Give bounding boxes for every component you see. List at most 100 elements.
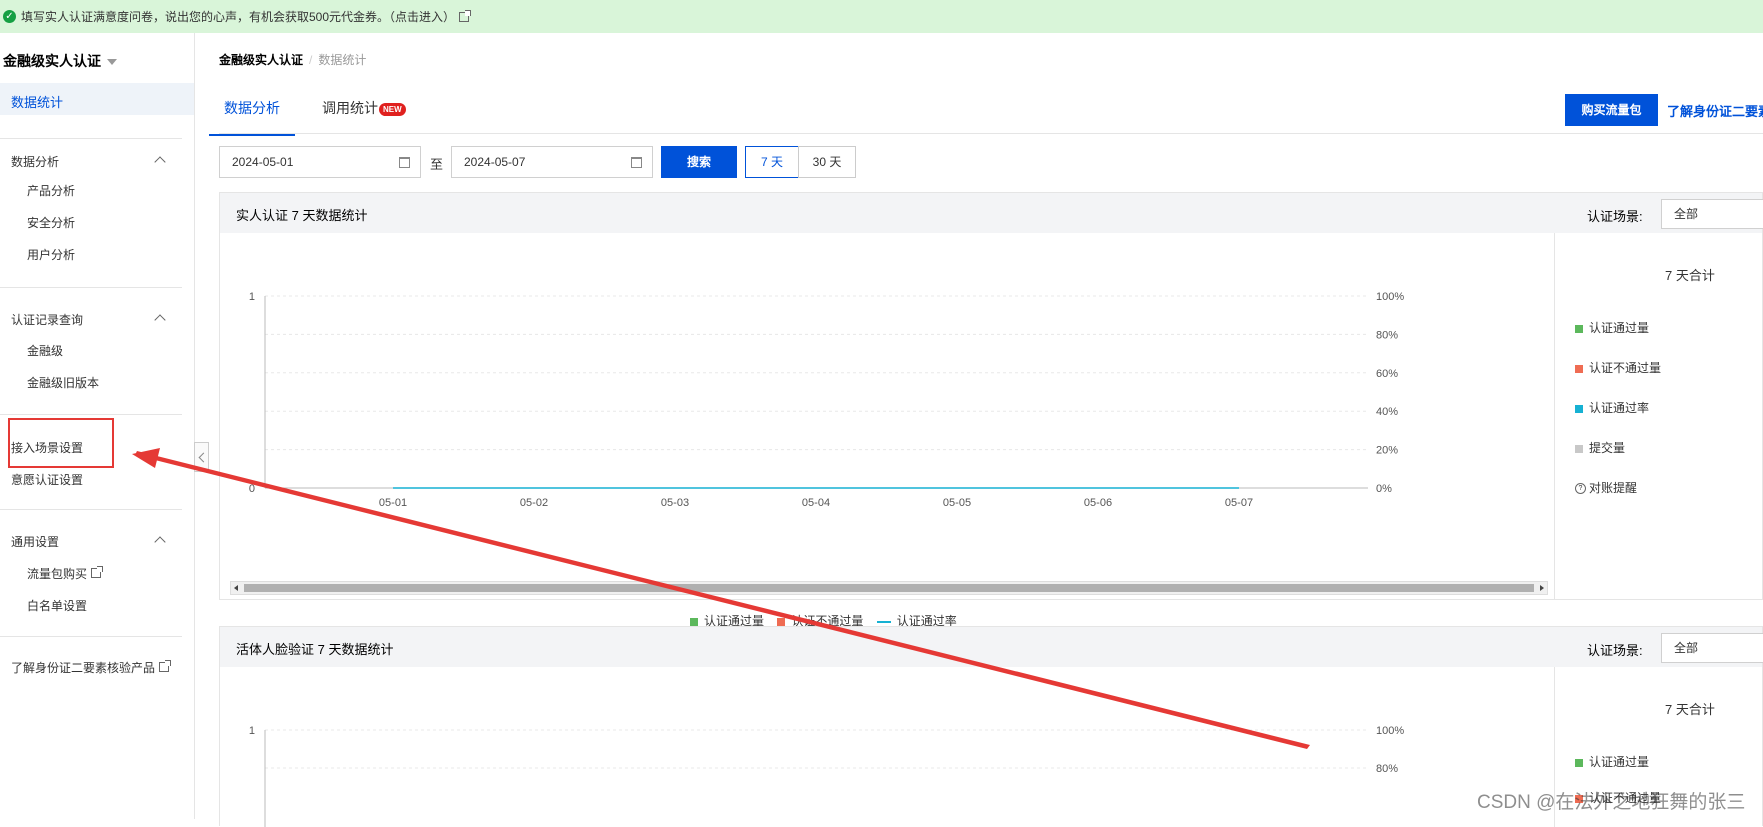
- scroll-left-icon[interactable]: [234, 585, 238, 591]
- stats-summary: 7 天合计 认证通过量 认证不通过量 认证通过率 提交量 ? 对账提醒: [1554, 233, 1763, 599]
- end-date-value: 2024-05-07: [464, 155, 526, 169]
- legend-swatch: [777, 617, 786, 626]
- watermark: CSDN @在法外之地狂舞的张三: [1477, 792, 1746, 813]
- search-button[interactable]: 搜索: [661, 146, 737, 178]
- breadcrumb: 金融级实人认证 / 数据统计: [219, 51, 366, 68]
- panel-realperson-stats: 实人认证 7 天数据统计 认证场景: 全部 0% 20% 40% 60% 80% 100%…: [219, 192, 1763, 628]
- y-left-tick-label: 0: [249, 483, 255, 495]
- new-badge: NEW: [379, 102, 406, 116]
- scene-label: 认证场景:: [1587, 643, 1643, 658]
- y-right-tick-label: 0%: [1376, 483, 1392, 495]
- x-tick-label: 05-05: [943, 497, 971, 509]
- x-tick-label: 05-04: [802, 497, 830, 509]
- breadcrumb-separator: /: [309, 53, 313, 67]
- divider: [0, 636, 182, 637]
- range-30-days[interactable]: 30 天: [798, 146, 856, 178]
- stat-pass: 认证通过量: [1575, 753, 1649, 770]
- stats-title: 7 天合计: [1665, 702, 1715, 717]
- sidebar-link-label: 了解身份证二要素核验产品: [11, 661, 156, 675]
- sidebar-item-intent-settings[interactable]: 意愿认证设置: [11, 471, 83, 488]
- legend-swatch: [690, 617, 698, 626]
- external-link-icon: [91, 566, 104, 578]
- question-circle-icon: ?: [1575, 483, 1586, 495]
- y-right-tick-label: 20%: [1376, 445, 1398, 457]
- tab-data-analysis[interactable]: 数据分析: [209, 96, 295, 136]
- sidebar-item-financial-legacy[interactable]: 金融级旧版本: [27, 374, 99, 391]
- product-switcher[interactable]: 金融级实人认证: [3, 51, 117, 71]
- start-date-value: 2024-05-01: [232, 155, 294, 169]
- y-left-tick-label: 1: [249, 291, 255, 303]
- sidebar-item-user-analysis[interactable]: 用户分析: [27, 246, 75, 263]
- stat-pass: 认证通过量: [1575, 319, 1649, 336]
- range-7-days[interactable]: 7 天: [745, 146, 799, 178]
- y-right-tick-label: 80%: [1376, 329, 1398, 341]
- scroll-right-icon[interactable]: [1540, 585, 1544, 591]
- chart-liveness: 1 100% 80%: [249, 725, 1404, 827]
- legend-swatch: [1575, 758, 1583, 767]
- sidebar-item-financial[interactable]: 金融级: [27, 342, 63, 359]
- tab-call-stats[interactable]: 调用统计 NEW: [322, 96, 406, 134]
- sidebar-link-id-verification[interactable]: 了解身份证二要素核验产品: [11, 659, 172, 676]
- learn-id-verification-link[interactable]: 了解身份证二要素: [1667, 101, 1763, 120]
- breadcrumb-root[interactable]: 金融级实人认证: [219, 53, 303, 67]
- banner-text[interactable]: 填写实人认证满意度问卷，说出您的心声，有机会获取500元代金券。（点击进入）: [21, 8, 455, 25]
- reconcile-reminder[interactable]: ? 对账提醒: [1575, 479, 1637, 496]
- sidebar-group-general[interactable]: 通用设置: [11, 533, 59, 550]
- stat-submit: 提交量: [1575, 439, 1625, 456]
- y-right-tick-label: 100%: [1376, 291, 1404, 303]
- start-date-input[interactable]: 2024-05-01: [219, 146, 421, 178]
- legend-swatch: [876, 620, 891, 623]
- date-range-separator: 至: [430, 157, 444, 172]
- chevron-up-icon[interactable]: [154, 156, 166, 168]
- stat-label: 认证通过量: [1589, 321, 1650, 335]
- sidebar-item-label: 流量包购买: [27, 567, 88, 581]
- sidebar-item-whitelist[interactable]: 白名单设置: [27, 597, 87, 614]
- buy-package-button[interactable]: 购买流量包: [1565, 94, 1658, 126]
- chart-scrollbar[interactable]: [230, 581, 1548, 595]
- divider: [0, 509, 182, 510]
- main-content: 金融级实人认证 / 数据统计 数据分析 调用统计 NEW 购买流量包 了解身份证二要素…: [195, 33, 1763, 827]
- chevron-up-icon[interactable]: [154, 536, 166, 548]
- scene-select[interactable]: 全部: [1661, 633, 1763, 663]
- scrollbar-thumb[interactable]: [244, 584, 1534, 592]
- y-right-tick-label: 60%: [1376, 368, 1398, 380]
- reconcile-label: 对账提醒: [1589, 481, 1638, 495]
- y-right-tick-label: 100%: [1376, 725, 1404, 737]
- calendar-icon: [399, 157, 410, 168]
- sidebar-item-data-stats[interactable]: 数据统计: [0, 83, 194, 115]
- sidebar-item-product-analysis[interactable]: 产品分析: [27, 182, 75, 199]
- y-right-tick-label: 80%: [1376, 763, 1398, 775]
- survey-banner[interactable]: ✓ 填写实人认证满意度问卷，说出您的心声，有机会获取500元代金券。（点击进入）: [0, 0, 1763, 33]
- panel-header: 活体人脸验证 7 天数据统计 认证场景: 全部: [220, 627, 1763, 667]
- panel-title: 活体人脸验证 7 天数据统计: [236, 642, 394, 657]
- panel-header: 实人认证 7 天数据统计 认证场景: 全部: [220, 193, 1763, 233]
- chevron-up-icon[interactable]: [154, 314, 166, 326]
- sidebar-group-records[interactable]: 认证记录查询: [11, 311, 83, 328]
- breadcrumb-current: 数据统计: [318, 53, 367, 67]
- x-tick-label: 05-02: [520, 497, 548, 509]
- caret-down-icon: [107, 59, 117, 66]
- stat-fail: 认证不通过量: [1575, 359, 1661, 376]
- tabs-underline: [219, 133, 1763, 134]
- calendar-icon: [631, 157, 642, 168]
- chart-realperson: 0% 20% 40% 60% 80% 100% 0 1 05-01 05-02 05-03 05-04…: [249, 291, 1404, 509]
- scene-select[interactable]: 全部: [1661, 199, 1763, 229]
- panel-title: 实人认证 7 天数据统计: [236, 208, 368, 223]
- sidebar-item-security-analysis[interactable]: 安全分析: [27, 214, 75, 231]
- legend-swatch: [1575, 364, 1583, 373]
- end-date-input[interactable]: 2024-05-07: [451, 146, 653, 178]
- stat-label: 认证通过量: [1589, 755, 1650, 769]
- divider: [0, 287, 182, 288]
- annotation-highlight-box: [8, 418, 114, 468]
- stat-label: 认证通过率: [1589, 401, 1650, 415]
- external-link-icon: [459, 9, 472, 22]
- sidebar-item-buy-package[interactable]: 流量包购买: [27, 565, 104, 582]
- x-tick-label: 05-01: [379, 497, 407, 509]
- sidebar-group-data-analysis[interactable]: 数据分析: [11, 153, 59, 170]
- check-circle-icon: ✓: [3, 10, 16, 23]
- sidebar-item-label: 数据统计: [11, 95, 64, 110]
- y-right-tick-label: 40%: [1376, 406, 1398, 418]
- legend-swatch: [1575, 444, 1583, 453]
- stats-title: 7 天合计: [1665, 268, 1715, 283]
- x-tick-label: 05-07: [1225, 497, 1253, 509]
